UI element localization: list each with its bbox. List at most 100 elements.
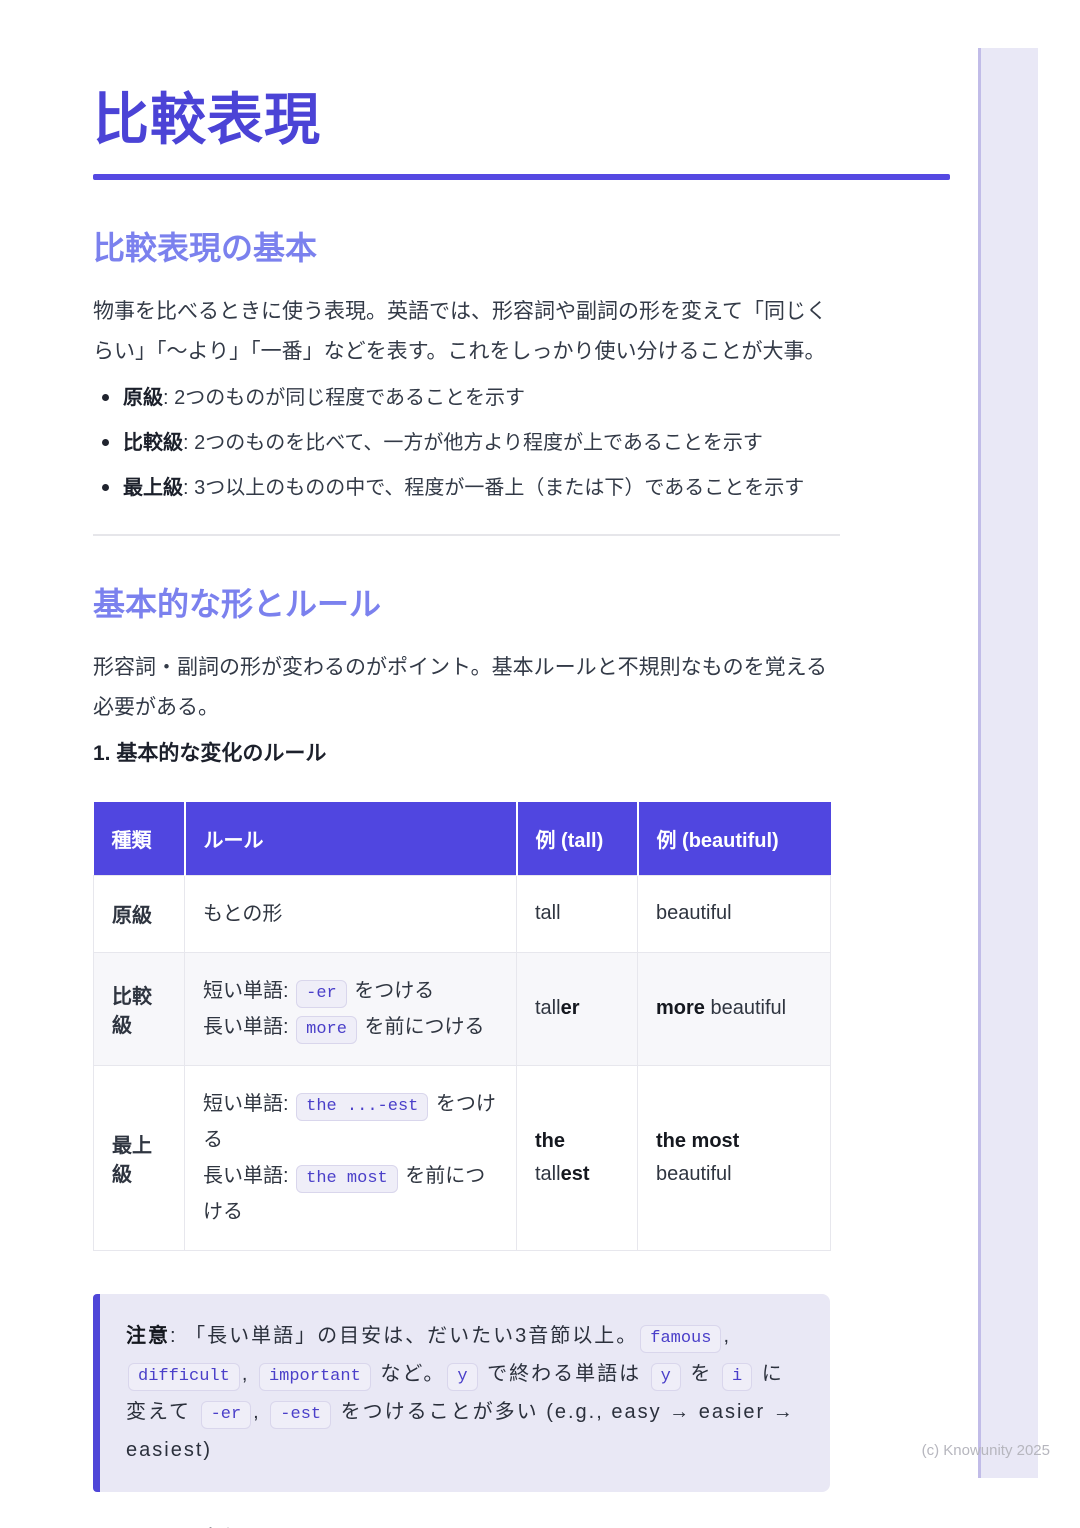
- code-chip: famous: [640, 1325, 721, 1353]
- code-chip: important: [259, 1363, 371, 1391]
- code-chip: -er: [201, 1401, 252, 1429]
- list-item: 最上級: 3つ以上のものの中で、程度が一番上（または下）であることを示す: [93, 474, 853, 502]
- cell-line: the: [535, 1125, 619, 1158]
- cell-line: 長い単語: the most を前につける: [203, 1158, 498, 1230]
- cell-line: tall: [535, 897, 619, 930]
- term-label: 最上級: [123, 477, 183, 499]
- cell-example-beautiful: more beautiful: [638, 952, 831, 1065]
- text-segment: 短い単語:: [203, 1093, 294, 1115]
- rules-table: 種類ルール例 (tall)例 (beautiful) 原級もとの形 tall bea…: [93, 802, 831, 1251]
- table-header-cell: 種類: [94, 802, 185, 876]
- text-segment: er: [561, 997, 580, 1019]
- cell-line: もとの形: [203, 896, 498, 932]
- cell-line: 長い単語: more を前につける: [203, 1009, 498, 1045]
- table-row: 比較級短い単語: -er をつける長い単語: more を前につけるtaller…: [94, 952, 831, 1065]
- text-segment: more: [656, 997, 705, 1019]
- table-row: 原級もとの形 tall beautiful: [94, 875, 831, 952]
- text-segment: をつける: [349, 980, 435, 1002]
- table-body: 原級もとの形tallbeautiful比較級短い単語: -er をつける長い単語…: [94, 875, 831, 1250]
- document-content: 比較表現 比較表現の基本 物事を比べるときに使う表現。英語では、形容詞や副詞の形…: [93, 0, 993, 1528]
- text-segment: 短い単語:: [203, 980, 294, 1002]
- cell-line: more beautiful: [656, 992, 812, 1025]
- cell-example-beautiful: the most beautiful: [638, 1065, 831, 1250]
- table-header-cell: 例 (beautiful): [638, 802, 831, 876]
- cell-rule: 短い単語: the ...-est をつける長い単語: the most を前に…: [185, 1065, 517, 1250]
- list-item: 原級: 2つのものが同じ程度であることを示す: [93, 384, 853, 412]
- cell-example-tall: the tallest: [517, 1065, 638, 1250]
- cell-line: beautiful: [656, 897, 812, 930]
- section-heading-rules: 基本的な形とルール: [93, 586, 993, 624]
- table-header-row: 種類ルール例 (tall)例 (beautiful): [94, 802, 831, 876]
- text-segment: : 「長い単語」の目安は、だいたい3音節以上。: [170, 1325, 638, 1347]
- table-row: 最上級短い単語: the ...-est をつける長い単語: the most …: [94, 1065, 831, 1250]
- table-header-cell: ルール: [185, 802, 517, 876]
- section-heading-basics: 比較表現の基本: [93, 230, 993, 268]
- term-description: : 2つのものを比べて、一方が他方より程度が上であることを示す: [183, 432, 763, 454]
- text-segment: ,: [242, 1363, 257, 1385]
- footer-copyright: (c) Knowunity 2025: [922, 1442, 1050, 1459]
- page-title: 比較表現: [93, 88, 993, 152]
- section-divider: [93, 534, 840, 536]
- code-chip: the ...-est: [296, 1093, 428, 1121]
- cell-line: taller: [535, 992, 619, 1025]
- text-segment: beautiful: [705, 997, 786, 1019]
- rules-intro-paragraph: 形容詞・副詞の形が変わるのがポイント。基本ルールと不規則なものを覚える必要がある…: [93, 648, 833, 728]
- term-description: : 2つのものが同じ程度であることを示す: [163, 387, 525, 409]
- text-segment: ,: [253, 1401, 268, 1423]
- text-segment: など。: [373, 1363, 446, 1385]
- text-segment: を: [683, 1363, 720, 1385]
- text-segment: 注意: [126, 1325, 170, 1347]
- text-segment: tall: [535, 997, 561, 1019]
- table-header-cell: 例 (tall): [517, 802, 638, 876]
- text-segment: tall: [535, 1163, 561, 1185]
- code-chip: i: [722, 1363, 752, 1391]
- title-underline: [93, 174, 950, 180]
- code-chip: -er: [296, 980, 347, 1008]
- term-description: : 3つ以上のものの中で、程度が一番上（または下）であることを示す: [183, 477, 804, 499]
- subsection-heading-basic-rules: 1. 基本的な変化のルール: [93, 742, 993, 766]
- text-segment: 長い単語:: [203, 1165, 294, 1187]
- cell-example-tall: taller: [517, 952, 638, 1065]
- bullet-dot: [102, 439, 109, 446]
- cell-kind: 最上級: [94, 1065, 185, 1250]
- text-segment: beautiful: [656, 902, 732, 924]
- code-chip: the most: [296, 1165, 398, 1193]
- bullet-dot: [102, 484, 109, 491]
- code-chip: difficult: [128, 1363, 240, 1391]
- cell-example-tall: tall: [517, 875, 638, 952]
- text-segment: est: [561, 1163, 590, 1185]
- cell-line: beautiful: [656, 1158, 812, 1191]
- note-content: 注意: 「長い単語」の目安は、だいたい3音節以上。famous, difficu…: [126, 1317, 804, 1469]
- text-segment: the most: [656, 1130, 739, 1152]
- cell-rule: 短い単語: -er をつける長い単語: more を前につける: [185, 952, 517, 1065]
- intro-paragraph: 物事を比べるときに使う表現。英語では、形容詞や副詞の形を変えて「同じくらい」「〜…: [93, 292, 833, 372]
- cell-example-beautiful: beautiful: [638, 875, 831, 952]
- scrollbar-track[interactable]: [978, 48, 1038, 1478]
- text-segment: で終わる単語は: [480, 1363, 649, 1385]
- note-box: 注意: 「長い単語」の目安は、だいたい3音節以上。famous, difficu…: [93, 1294, 830, 1492]
- code-chip: -est: [270, 1401, 331, 1429]
- text-segment: ,: [723, 1325, 731, 1347]
- cell-kind: 比較級: [94, 952, 185, 1065]
- cell-kind: 原級: [94, 875, 185, 952]
- cell-line: the most: [656, 1125, 812, 1158]
- text-segment: tall: [535, 902, 561, 924]
- document-page: 比較表現 比較表現の基本 物事を比べるときに使う表現。英語では、形容詞や副詞の形…: [0, 0, 1080, 1528]
- bullet-list: 原級: 2つのものが同じ程度であることを示す比較級: 2つのものを比べて、一方が…: [93, 384, 853, 502]
- code-chip: y: [447, 1363, 477, 1391]
- text-segment: を前につける: [359, 1016, 485, 1038]
- cell-line: 短い単語: the ...-est をつける: [203, 1086, 498, 1158]
- cell-line: 短い単語: -er をつける: [203, 973, 498, 1009]
- list-item: 比較級: 2つのものを比べて、一方が他方より程度が上であることを示す: [93, 429, 853, 457]
- cell-rule: もとの形: [185, 875, 517, 952]
- code-chip: y: [651, 1363, 681, 1391]
- term-label: 原級: [123, 387, 163, 409]
- text-segment: 長い単語:: [203, 1016, 294, 1038]
- text-segment: the: [535, 1130, 565, 1152]
- text-segment: beautiful: [656, 1163, 732, 1185]
- text-segment: もとの形: [203, 903, 282, 925]
- term-label: 比較級: [123, 432, 183, 454]
- cell-line: tallest: [535, 1158, 619, 1191]
- bullet-dot: [102, 394, 109, 401]
- code-chip: more: [296, 1016, 357, 1044]
